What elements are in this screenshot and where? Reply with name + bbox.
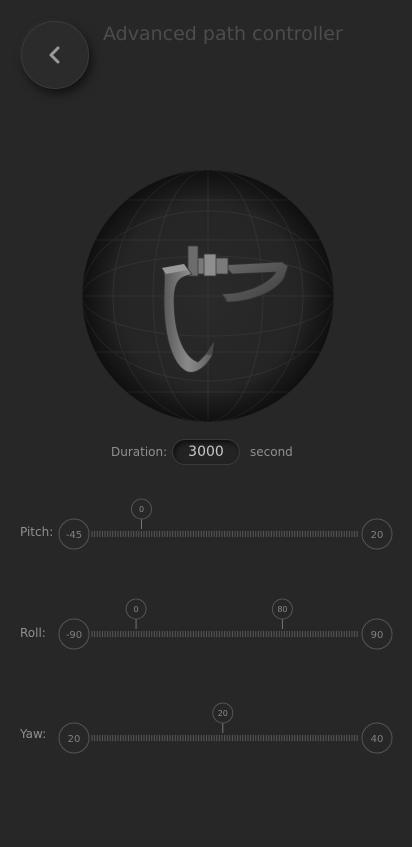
yaw-slider[interactable]: 20 40 20 [58,702,393,754]
pitch-min-value: -45 [66,530,82,541]
yaw-min-endcap[interactable]: 20 [58,722,90,754]
yaw-max-value: 40 [371,734,384,745]
pitch-max-endcap[interactable]: 20 [361,518,393,550]
roll-thumb-value: 80 [277,605,287,614]
roll-thumb[interactable]: 0 [125,598,147,629]
yaw-slider-track[interactable] [91,735,358,741]
pitch-thumb[interactable]: 0 [130,498,152,529]
roll-slider[interactable]: -90 90 0 80 [58,598,393,650]
roll-max-value: 90 [371,630,384,641]
roll-min-value: -90 [66,630,82,641]
roll-thumb[interactable]: 80 [271,598,293,629]
yaw-thumb-value: 20 [218,709,228,718]
yaw-min-value: 20 [68,734,81,745]
roll-slider-track[interactable] [91,631,358,637]
yaw-thumb[interactable]: 20 [212,702,234,733]
roll-max-endcap[interactable]: 90 [361,618,393,650]
yaw-max-endcap[interactable]: 40 [361,722,393,754]
pitch-thumb-value: 0 [139,505,144,514]
roll-min-endcap[interactable]: -90 [58,618,90,650]
sliders-layer: -45 20 0 -90 90 0 80 20 40 20 [58,498,393,754]
roll-thumb-value: 0 [134,605,139,614]
path-controller-screen: Advanced path controller Duration: 3000 … [0,0,412,847]
pitch-max-value: 20 [371,530,384,541]
pitch-slider[interactable]: -45 20 0 [58,498,393,550]
pitch-min-endcap[interactable]: -45 [58,518,90,550]
pitch-slider-track[interactable] [91,531,358,537]
